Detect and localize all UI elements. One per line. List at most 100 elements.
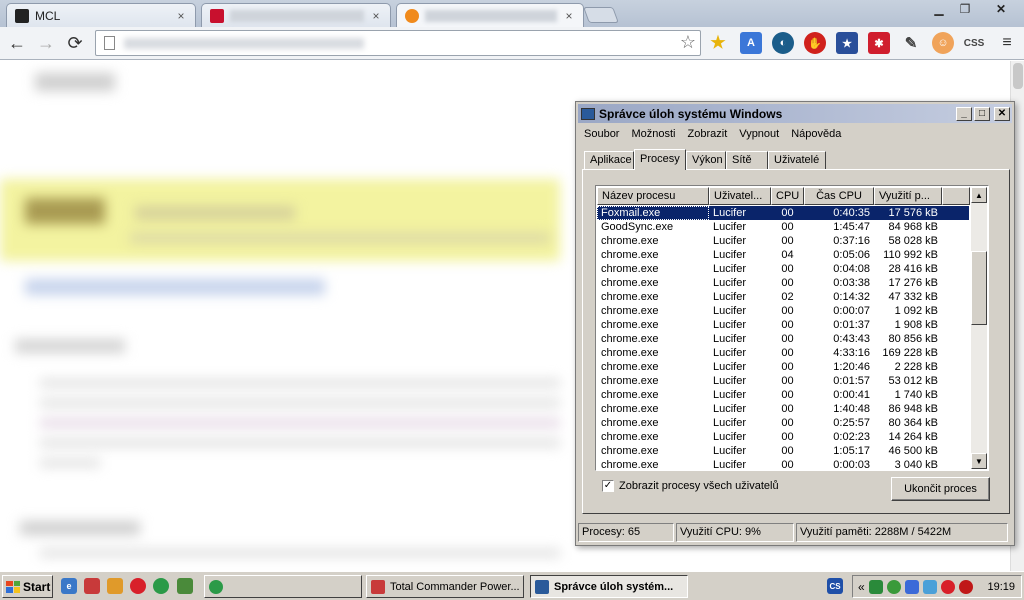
column-header-name[interactable]: Název procesu: [597, 187, 709, 205]
table-row[interactable]: chrome.exe Lucifer 00 1:40:48 86 948 kB: [597, 402, 969, 416]
table-row[interactable]: chrome.exe Lucifer 00 0:37:16 58 028 kB: [597, 234, 969, 248]
lastpass-extension-icon[interactable]: ✱: [868, 32, 890, 54]
process-memory: 17 576 kB: [888, 207, 938, 219]
table-row[interactable]: chrome.exe Lucifer 00 0:00:03 3 040 kB: [597, 458, 969, 470]
translate-extension-icon[interactable]: A: [740, 32, 762, 54]
checkbox-box[interactable]: ✓: [602, 480, 614, 492]
column-header-cpu[interactable]: CPU: [771, 187, 804, 205]
table-row[interactable]: chrome.exe Lucifer 00 0:03:38 17 276 kB: [597, 276, 969, 290]
tab-site[interactable]: Sítě: [726, 151, 768, 169]
table-row[interactable]: chrome.exe Lucifer 00 1:05:17 46 500 kB: [597, 444, 969, 458]
close-tab-icon[interactable]: ×: [175, 9, 187, 23]
table-row[interactable]: GoodSync.exe Lucifer 00 1:45:47 84 968 kB: [597, 220, 969, 234]
close-tab-icon[interactable]: ×: [370, 9, 382, 23]
css-extension-icon[interactable]: CSS: [963, 32, 985, 54]
tray-weibo-icon[interactable]: [940, 579, 955, 594]
tray-user-icon[interactable]: [886, 579, 901, 594]
tab-vykon[interactable]: Výkon: [686, 151, 726, 169]
globe-extension-icon[interactable]: ◐: [772, 32, 794, 54]
browser-tab-active[interactable]: ×: [396, 3, 584, 27]
table-row[interactable]: chrome.exe Lucifer 00 0:00:07 1 092 kB: [597, 304, 969, 318]
bookmark-extension-icon[interactable]: ★: [836, 32, 858, 54]
taskbar: Start e Total Commander Power... Správce…: [0, 571, 1024, 600]
table-row[interactable]: chrome.exe Lucifer 00 0:25:57 80 364 kB: [597, 416, 969, 430]
process-user: Lucifer: [713, 249, 747, 261]
process-cpu: 00: [781, 207, 794, 219]
tab-title-blurred: [425, 9, 557, 22]
pencil-extension-icon[interactable]: ✎: [900, 32, 922, 54]
page-scrollbar-thumb[interactable]: [1013, 63, 1023, 89]
table-row[interactable]: chrome.exe Lucifer 00 4:33:16 169 228 kB: [597, 346, 969, 360]
star-extension-icon[interactable]: ★: [707, 32, 729, 54]
menu-napoveda[interactable]: Nápověda: [785, 128, 847, 140]
process-list[interactable]: Název procesu Uživatel... CPU Čas CPU Vy…: [595, 185, 989, 471]
tab-aplikace[interactable]: Aplikace: [584, 151, 634, 169]
tray-network-icon[interactable]: [868, 579, 883, 594]
table-row[interactable]: chrome.exe Lucifer 00 0:01:37 1 908 kB: [597, 318, 969, 332]
browser-tab-pnet[interactable]: ×: [201, 3, 391, 27]
close-button[interactable]: ✕: [994, 106, 1010, 121]
bookmark-star-icon[interactable]: ☆: [680, 32, 696, 53]
address-bar[interactable]: ☆: [95, 30, 701, 56]
table-row[interactable]: Foxmail.exe Lucifer 00 0:40:35 17 576 kB: [597, 206, 969, 220]
weibo-icon[interactable]: [130, 578, 146, 594]
close-tab-icon[interactable]: ×: [563, 9, 575, 23]
table-row[interactable]: chrome.exe Lucifer 00 0:02:23 14 264 kB: [597, 430, 969, 444]
menu-zobrazit[interactable]: Zobrazit: [682, 128, 734, 140]
tray-speed-icon[interactable]: [958, 579, 973, 594]
scrollbar-thumb[interactable]: [971, 251, 987, 325]
back-arrow-icon[interactable]: ←: [5, 31, 29, 55]
rss-extension-icon[interactable]: ☺: [932, 32, 954, 54]
tab-procesy[interactable]: Procesy: [634, 149, 686, 170]
scroll-down-arrow-icon[interactable]: ▼: [971, 453, 987, 469]
chrome-quicklaunch-icon[interactable]: [153, 578, 169, 594]
process-list-scrollbar[interactable]: ▲ ▼: [971, 187, 987, 469]
menu-soubor[interactable]: Soubor: [578, 128, 625, 140]
menu-vypnout[interactable]: Vypnout: [733, 128, 785, 140]
clock[interactable]: 19:19: [987, 581, 1015, 593]
menu-icon[interactable]: ≡: [996, 32, 1018, 54]
task-manager-titlebar[interactable]: Správce úloh systému Windows _ □ ✕: [578, 104, 1012, 123]
taskbar-task-chrome[interactable]: [204, 575, 362, 598]
table-row[interactable]: chrome.exe Lucifer 00 0:00:41 1 740 kB: [597, 388, 969, 402]
table-row[interactable]: chrome.exe Lucifer 04 0:05:06 110 992 kB: [597, 248, 969, 262]
reload-icon[interactable]: ⟳: [63, 31, 87, 55]
column-header-user[interactable]: Uživatel...: [709, 187, 771, 205]
new-tab-button[interactable]: [583, 7, 619, 23]
start-button[interactable]: Start: [2, 575, 53, 598]
table-row[interactable]: chrome.exe Lucifer 00 1:20:46 2 228 kB: [597, 360, 969, 374]
taskbar-task-total-commander[interactable]: Total Commander Power...: [366, 575, 524, 598]
scroll-up-arrow-icon[interactable]: ▲: [971, 187, 987, 203]
process-name: chrome.exe: [601, 235, 659, 247]
table-row[interactable]: chrome.exe Lucifer 00 0:01:57 53 012 kB: [597, 374, 969, 388]
table-row[interactable]: chrome.exe Lucifer 02 0:14:32 47 332 kB: [597, 290, 969, 304]
glasses-icon[interactable]: [107, 578, 123, 594]
blurred-header: [35, 73, 115, 91]
show-all-users-checkbox[interactable]: ✓ Zobrazit procesy všech uživatelů: [602, 480, 779, 492]
adblock-extension-icon[interactable]: ✋: [804, 32, 826, 54]
tree-icon[interactable]: [177, 578, 193, 594]
process-name: chrome.exe: [601, 375, 659, 387]
minimize-button[interactable]: _: [956, 106, 972, 121]
maximize-button[interactable]: □: [974, 106, 990, 121]
process-name: chrome.exe: [601, 263, 659, 275]
minimize-window-button[interactable]: ▁: [926, 0, 952, 18]
browser-tab-mcl[interactable]: MCL ×: [6, 3, 196, 27]
column-header-cpu-time[interactable]: Čas CPU: [804, 187, 874, 205]
taskbar-task-task-manager[interactable]: Správce úloh systém...: [530, 575, 688, 598]
forward-arrow-icon[interactable]: →: [34, 31, 58, 55]
language-indicator[interactable]: CS: [827, 578, 843, 594]
column-header-memory[interactable]: Využití p...: [874, 187, 942, 205]
restore-window-button[interactable]: ❐: [952, 0, 978, 18]
table-row[interactable]: chrome.exe Lucifer 00 0:04:08 28 416 kB: [597, 262, 969, 276]
menu-moznosti[interactable]: Možnosti: [625, 128, 681, 140]
end-process-button[interactable]: Ukončit proces: [891, 477, 990, 501]
table-row[interactable]: chrome.exe Lucifer 00 0:43:43 80 856 kB: [597, 332, 969, 346]
tray-sync-icon[interactable]: [922, 579, 937, 594]
tray-app-icon[interactable]: [904, 579, 919, 594]
save-icon[interactable]: [84, 578, 100, 594]
ie-icon[interactable]: e: [61, 578, 77, 594]
close-window-button[interactable]: ✕: [984, 0, 1018, 18]
tray-expand-chevron-icon[interactable]: «: [858, 580, 865, 594]
tab-uzivatele[interactable]: Uživatelé: [768, 151, 826, 169]
